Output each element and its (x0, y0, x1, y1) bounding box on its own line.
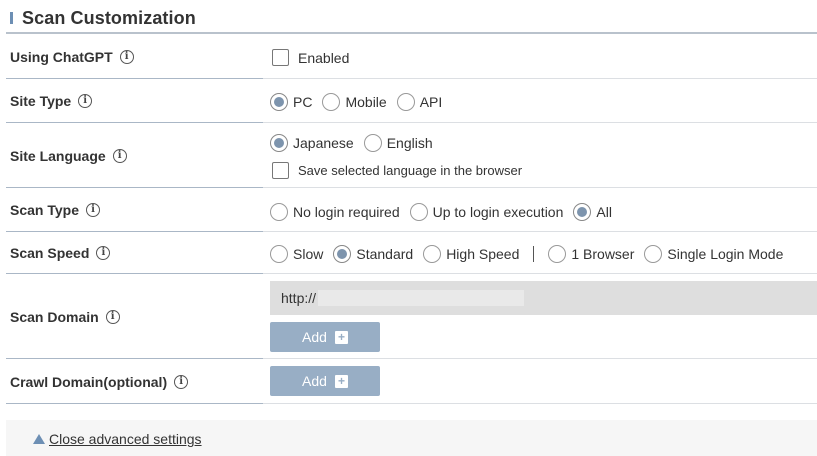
checkbox-box[interactable] (272, 162, 289, 179)
option-label: API (419, 94, 443, 110)
radio-scan-type-no-login[interactable]: No login required (270, 203, 400, 221)
radio-scan-type-login-execution[interactable]: Up to login execution (409, 203, 564, 221)
plus-icon: + (334, 330, 348, 344)
option-label: Mobile (345, 94, 387, 110)
row-site-type: Site Type i PC Mobile API (0, 79, 817, 123)
radio-single-login-mode[interactable]: Single Login Mode (644, 245, 783, 263)
info-icon[interactable]: i (105, 309, 120, 324)
row-crawl-domain: Crawl Domain(optional) i (0, 359, 817, 404)
row-label: Site Language i (6, 123, 263, 188)
radio-speed-high[interactable]: High Speed (423, 245, 519, 263)
info-icon[interactable]: i (119, 49, 134, 64)
radio-site-type-pc[interactable]: PC (270, 93, 312, 111)
add-button-label: Add (302, 373, 327, 389)
radio-unchecked[interactable] (548, 245, 567, 263)
info-icon[interactable]: i (174, 374, 189, 389)
row-label: Crawl Domain(optional) i (6, 359, 263, 404)
checkbox-box[interactable] (272, 49, 289, 66)
radio-checked[interactable] (270, 134, 288, 152)
radio-speed-slow[interactable]: Slow (270, 245, 323, 263)
option-label: 1 Browser (571, 246, 635, 262)
add-button-label: Add (302, 329, 327, 345)
toggle-label[interactable]: Close advanced settings (49, 431, 202, 447)
advanced-settings-footer: Close advanced settings (6, 420, 817, 456)
scan-type-label: Scan Type (10, 202, 79, 218)
option-label: High Speed (446, 246, 520, 262)
option-label: Single Login Mode (667, 246, 784, 262)
redacted-domain (318, 290, 525, 306)
scan-domain-url-input[interactable]: http:// (270, 281, 817, 315)
option-label: English (386, 135, 433, 151)
radio-site-type-api[interactable]: API (396, 93, 443, 111)
scan-speed-radio-group: Slow Standard High Speed 1 Browser Singl… (270, 245, 793, 263)
section-accent-bar (10, 12, 13, 24)
option-separator (533, 246, 535, 262)
checkbox-label: Save selected language in the browser (298, 163, 523, 178)
option-label: PC (293, 94, 313, 110)
section-header: Scan Customization (10, 6, 196, 30)
option-label: Japanese (293, 135, 354, 151)
triangle-up-icon (33, 434, 45, 444)
site-language-radio-group: Japanese English (270, 134, 443, 152)
row-divider (6, 403, 817, 404)
scan-type-radio-group: No login required Up to login execution … (270, 203, 622, 221)
crawl-domain-add-button[interactable]: Add + (270, 366, 380, 396)
scan-domain-label: Scan Domain (10, 308, 99, 325)
crawl-domain-label: Crawl Domain(optional) (10, 373, 168, 390)
row-site-language: Site Language i Japanese English Save se… (0, 123, 817, 188)
radio-unchecked[interactable] (270, 245, 288, 263)
chatgpt-enabled-checkbox[interactable]: Enabled (272, 49, 349, 66)
url-prefix: http:// (281, 290, 317, 306)
radio-unchecked[interactable] (644, 245, 663, 263)
radio-unchecked[interactable] (363, 134, 382, 152)
info-icon[interactable]: i (96, 246, 111, 260)
option-label: Up to login execution (432, 204, 564, 220)
radio-unchecked[interactable] (409, 203, 428, 221)
scan-speed-label: Scan Speed (10, 245, 90, 261)
info-icon[interactable]: i (86, 203, 100, 217)
chatgpt-label: Using ChatGPT (10, 48, 113, 65)
section-title: Scan Customization (22, 7, 196, 28)
checkbox-label: Enabled (298, 49, 350, 66)
row-label: Using ChatGPT i (6, 34, 263, 79)
row-scan-type: Scan Type i No login required Up to logi… (0, 188, 817, 232)
radio-scan-type-all[interactable]: All (573, 203, 612, 221)
option-label: Slow (293, 246, 324, 262)
radio-browser-one[interactable]: 1 Browser (548, 245, 634, 263)
row-label: Scan Domain i (6, 274, 263, 359)
radio-checked[interactable] (573, 203, 592, 221)
site-type-radio-group: PC Mobile API (270, 93, 452, 111)
save-language-checkbox[interactable]: Save selected language in the browser (272, 162, 522, 179)
scan-domain-add-button[interactable]: Add + (270, 322, 380, 352)
option-label: No login required (293, 204, 400, 220)
info-icon[interactable]: i (112, 148, 127, 163)
radio-checked[interactable] (270, 93, 288, 111)
plus-icon: + (334, 374, 348, 388)
info-icon[interactable]: i (78, 94, 93, 108)
radio-unchecked[interactable] (270, 203, 288, 221)
radio-unchecked[interactable] (396, 93, 415, 111)
radio-language-english[interactable]: English (363, 134, 433, 152)
row-label: Scan Speed i (6, 232, 263, 274)
row-label: Scan Type i (6, 188, 263, 232)
close-advanced-settings-link[interactable]: Close advanced settings (33, 431, 202, 447)
site-language-label: Site Language (10, 147, 106, 164)
row-chatgpt: Using ChatGPT i Enabled (0, 34, 817, 79)
site-type-label: Site Type (10, 93, 72, 109)
radio-site-type-mobile[interactable]: Mobile (322, 93, 387, 111)
radio-checked[interactable] (333, 245, 352, 263)
radio-unchecked[interactable] (322, 93, 341, 111)
radio-language-japanese[interactable]: Japanese (270, 134, 354, 152)
row-label: Site Type i (6, 79, 263, 123)
row-scan-speed: Scan Speed i Slow Standard High Speed 1 … (0, 232, 817, 274)
radio-unchecked[interactable] (423, 245, 442, 263)
option-label: All (596, 204, 612, 220)
radio-speed-standard[interactable]: Standard (333, 245, 413, 263)
option-label: Standard (356, 246, 414, 262)
